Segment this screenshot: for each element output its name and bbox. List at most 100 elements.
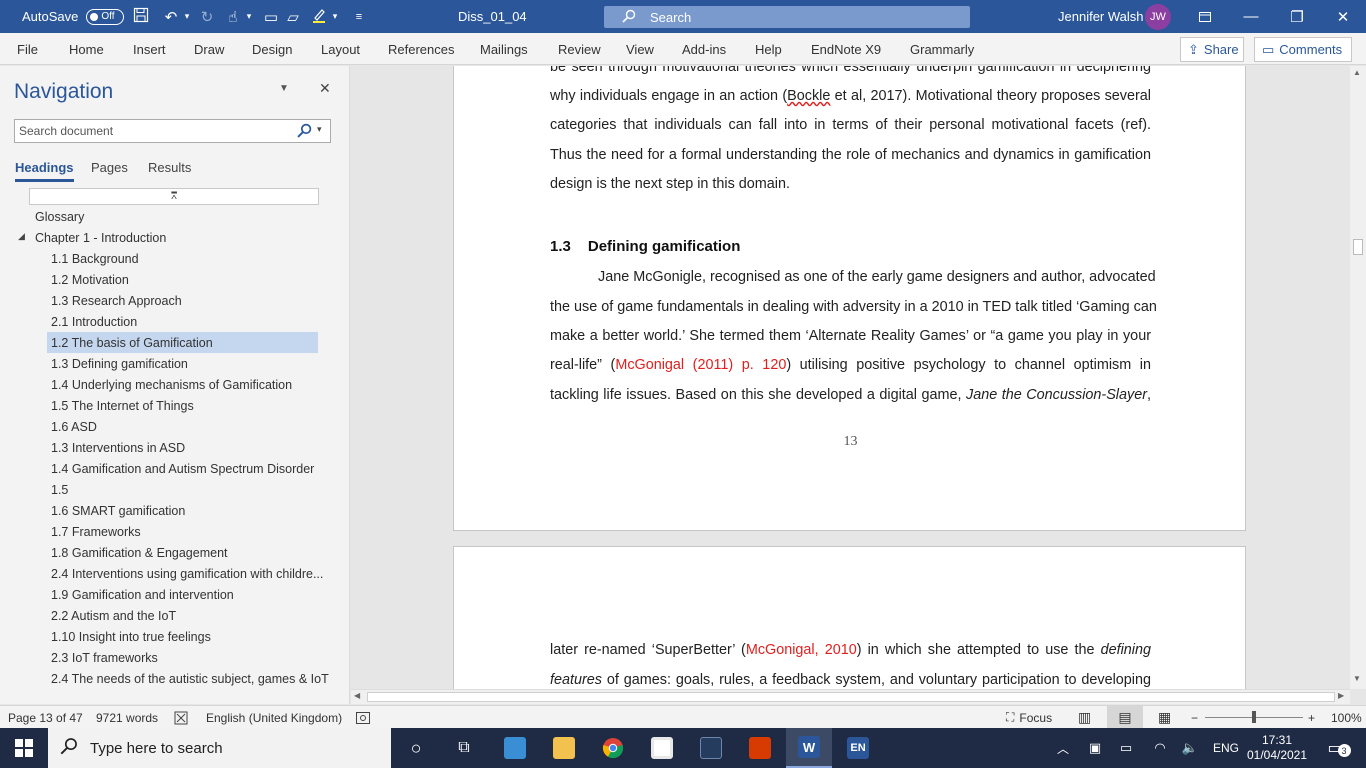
new-comment-icon[interactable]: ▱ (282, 8, 304, 26)
zoom-in-icon[interactable]: + (1308, 706, 1315, 729)
calculator-app-icon[interactable] (694, 728, 728, 768)
language-indicator[interactable]: English (United Kingdom) (206, 706, 342, 729)
heading-item[interactable]: 1.6 ASD (51, 416, 97, 437)
page-count[interactable]: Page 13 of 47 (8, 706, 83, 729)
windows-start-icon[interactable] (0, 728, 48, 768)
zoom-slider[interactable] (1205, 706, 1303, 729)
document-page-14[interactable]: later re-named ‘SuperBetter’ (McGonigal,… (453, 546, 1246, 689)
focus-button[interactable]: ⛶ Focus (1006, 706, 1052, 729)
wifi-icon[interactable]: ◠ (1150, 728, 1170, 768)
zoom-thumb[interactable] (1252, 711, 1256, 723)
tab-grammarly[interactable]: Grammarly (910, 33, 974, 65)
file-explorer-icon[interactable] (547, 728, 581, 768)
zoom-level[interactable]: 100% (1331, 706, 1362, 729)
chevron-up-icon[interactable]: ︿ (1054, 728, 1072, 768)
citation-link[interactable]: McGonigal, 2010 (746, 642, 857, 658)
tab-review[interactable]: Review (558, 33, 601, 65)
heading-item[interactable]: 1.3 Defining gamification (51, 353, 188, 374)
tab-view[interactable]: View (626, 33, 654, 65)
tab-home[interactable]: Home (69, 33, 104, 65)
scrollbar-thumb[interactable] (367, 692, 1335, 702)
touch-mode-icon[interactable]: ☝ (222, 8, 244, 26)
close-icon[interactable]: ✕ (1320, 0, 1366, 33)
store-icon[interactable] (645, 728, 679, 768)
heading-item[interactable]: 1.9 Gamification and intervention (51, 584, 234, 605)
pane-options-icon[interactable]: ▼ (279, 83, 289, 94)
scroll-right-icon[interactable]: ▶ (1338, 691, 1344, 700)
tab-help[interactable]: Help (755, 33, 782, 65)
notification-center-icon[interactable]: ▭ 3 (1320, 728, 1351, 768)
tab-insert[interactable]: Insert (133, 33, 166, 65)
heading-item[interactable]: 2.2 Autism and the IoT (51, 605, 176, 626)
chevron-down-icon[interactable]: ▾ (244, 11, 254, 22)
tab-layout[interactable]: Layout (321, 33, 360, 65)
heading-item[interactable]: 1.7 Frameworks (51, 521, 141, 542)
meet-now-icon[interactable]: ▣ (1086, 728, 1104, 768)
citation-link[interactable]: McGonigal (2011) p. 120 (615, 357, 786, 373)
heading-item[interactable]: 1.3 Interventions in ASD (51, 437, 185, 458)
document-page-13[interactable]: be seen through motivational theories wh… (453, 66, 1246, 531)
heading-item[interactable]: 1.5 The Internet of Things (51, 395, 194, 416)
accessibility-icon[interactable] (356, 706, 370, 729)
horizontal-scrollbar[interactable]: ◀ ▶ (351, 689, 1350, 704)
redo-icon[interactable]: ↻ (196, 8, 218, 26)
cortana-icon[interactable]: ○ (400, 728, 432, 768)
tab-results[interactable]: Results (148, 160, 191, 175)
battery-icon[interactable]: ▭ (1116, 728, 1136, 768)
heading-item[interactable]: 1.10 Insight into true feelings (51, 626, 211, 647)
tab-mailings[interactable]: Mailings (480, 33, 528, 65)
user-name[interactable]: Jennifer Walsh (1058, 0, 1144, 33)
chrome-icon[interactable] (596, 728, 630, 768)
comment-icon[interactable]: ▭ (260, 8, 282, 26)
office-icon[interactable] (743, 728, 777, 768)
web-layout-icon[interactable]: ▦ (1158, 706, 1171, 729)
heading-item[interactable]: 1.2 Motivation (51, 269, 129, 290)
heading-item[interactable]: 2.3 IoT frameworks (51, 647, 158, 668)
customize-toolbar-icon[interactable]: ≡ (348, 11, 370, 23)
close-icon[interactable]: ✕ (319, 80, 331, 97)
read-mode-icon[interactable]: ▥ (1078, 706, 1091, 729)
tab-draw[interactable]: Draw (194, 33, 224, 65)
tab-endnote[interactable]: EndNote X9 (811, 33, 881, 65)
title-search-box[interactable]: Search (604, 6, 970, 28)
autosave-group[interactable]: AutoSave Off (22, 0, 125, 33)
word-count[interactable]: 9721 words (96, 706, 158, 729)
scroll-up-icon[interactable]: ▲ (1353, 68, 1361, 77)
tab-pages[interactable]: Pages (91, 160, 128, 175)
heading-item[interactable]: 1.4 Underlying mechanisms of Gamificatio… (51, 374, 292, 395)
heading-item-selected[interactable]: 1.2 The basis of Gamification (47, 332, 318, 353)
chevron-down-icon[interactable]: ▾ (317, 124, 322, 135)
expand-triangle-icon[interactable]: ◢ (18, 231, 25, 242)
heading-item[interactable]: Chapter 1 - Introduction (35, 227, 166, 248)
volume-icon[interactable]: 🔈 (1180, 728, 1200, 768)
task-view-icon[interactable]: ⧉ (448, 728, 480, 768)
input-language[interactable]: ENG (1212, 728, 1240, 768)
minimize-icon[interactable]: — (1228, 0, 1274, 33)
zoom-out-icon[interactable]: − (1191, 706, 1198, 729)
desktop-app-icon[interactable] (498, 728, 532, 768)
taskbar-search-box[interactable]: Type here to search (48, 728, 391, 768)
undo-icon[interactable]: ↶ (160, 8, 182, 26)
spelling-error-text[interactable]: Bockle (787, 88, 830, 104)
user-avatar-wrap[interactable]: JW (1145, 0, 1171, 33)
highlight-icon[interactable] (308, 7, 330, 27)
word-icon[interactable]: W (786, 728, 832, 768)
heading-item[interactable]: 2.4 Interventions using gamification wit… (51, 563, 323, 584)
ribbon-display-options-icon[interactable] (1182, 0, 1228, 33)
navigation-search-input[interactable]: Search document ▾ (14, 119, 331, 143)
restore-icon[interactable]: ❐ (1274, 0, 1320, 33)
chevron-down-icon[interactable]: ▾ (330, 11, 340, 22)
tab-file[interactable]: File (17, 33, 38, 65)
tab-add-ins[interactable]: Add-ins (682, 33, 726, 65)
scroll-down-icon[interactable]: ▼ (1353, 674, 1361, 683)
heading-item[interactable]: Glossary (35, 206, 84, 227)
chevron-down-icon[interactable]: ▾ (182, 11, 192, 22)
search-icon[interactable] (297, 123, 312, 141)
save-icon[interactable] (130, 7, 152, 27)
comments-button[interactable]: ▭ Comments (1254, 37, 1352, 62)
scrollbar-thumb[interactable] (1353, 239, 1363, 255)
proofing-icon[interactable] (174, 706, 188, 729)
clock[interactable]: 17:31 01/04/2021 (1245, 728, 1309, 768)
heading-item[interactable]: 1.3 Research Approach (51, 290, 182, 311)
heading-item[interactable]: 1.6 SMART gamification (51, 500, 185, 521)
